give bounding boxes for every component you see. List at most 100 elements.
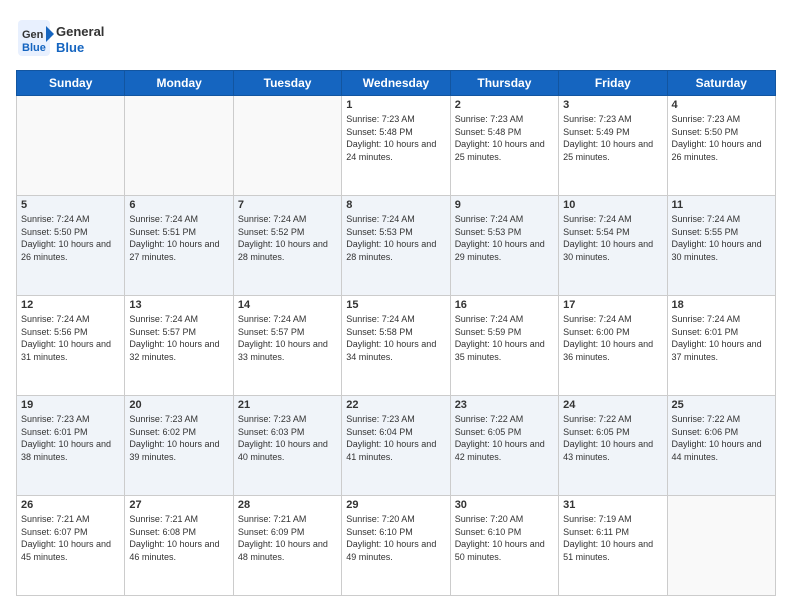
daylight-label: Daylight: 10 hours and 46 minutes.: [129, 539, 219, 562]
daylight-label: Daylight: 10 hours and 49 minutes.: [346, 539, 436, 562]
sunrise-label: Sunrise: 7:24 AM: [238, 314, 307, 324]
day-info: Sunrise: 7:19 AM Sunset: 6:11 PM Dayligh…: [563, 513, 662, 563]
sunrise-label: Sunrise: 7:22 AM: [455, 414, 524, 424]
day-info: Sunrise: 7:20 AM Sunset: 6:10 PM Dayligh…: [455, 513, 554, 563]
calendar-cell: 21 Sunrise: 7:23 AM Sunset: 6:03 PM Dayl…: [233, 396, 341, 496]
day-number: 21: [238, 399, 337, 411]
daylight-label: Daylight: 10 hours and 27 minutes.: [129, 239, 219, 262]
sunset-label: Sunset: 6:08 PM: [129, 527, 196, 537]
day-number: 19: [21, 399, 120, 411]
daylight-label: Daylight: 10 hours and 24 minutes.: [346, 139, 436, 162]
day-number: 22: [346, 399, 445, 411]
day-info: Sunrise: 7:24 AM Sunset: 5:50 PM Dayligh…: [21, 213, 120, 263]
calendar-cell: 28 Sunrise: 7:21 AM Sunset: 6:09 PM Dayl…: [233, 496, 341, 596]
sunset-label: Sunset: 5:50 PM: [21, 227, 88, 237]
calendar-cell: [667, 496, 775, 596]
day-info: Sunrise: 7:24 AM Sunset: 5:57 PM Dayligh…: [238, 313, 337, 363]
svg-text:Blue: Blue: [56, 40, 84, 55]
day-info: Sunrise: 7:22 AM Sunset: 6:05 PM Dayligh…: [455, 413, 554, 463]
sunrise-label: Sunrise: 7:24 AM: [238, 214, 307, 224]
daylight-label: Daylight: 10 hours and 43 minutes.: [563, 439, 653, 462]
sunset-label: Sunset: 5:57 PM: [129, 327, 196, 337]
sunset-label: Sunset: 5:53 PM: [346, 227, 413, 237]
day-number: 6: [129, 199, 228, 211]
daylight-label: Daylight: 10 hours and 35 minutes.: [455, 339, 545, 362]
calendar-cell: 15 Sunrise: 7:24 AM Sunset: 5:58 PM Dayl…: [342, 296, 450, 396]
sunrise-label: Sunrise: 7:23 AM: [238, 414, 307, 424]
day-number: 28: [238, 499, 337, 511]
col-tuesday: Tuesday: [233, 71, 341, 96]
week-row-5: 26 Sunrise: 7:21 AM Sunset: 6:07 PM Dayl…: [17, 496, 776, 596]
sunrise-label: Sunrise: 7:24 AM: [346, 214, 415, 224]
sunset-label: Sunset: 6:06 PM: [672, 427, 739, 437]
sunset-label: Sunset: 6:02 PM: [129, 427, 196, 437]
day-number: 11: [672, 199, 771, 211]
sunrise-label: Sunrise: 7:23 AM: [672, 114, 741, 124]
day-info: Sunrise: 7:20 AM Sunset: 6:10 PM Dayligh…: [346, 513, 445, 563]
day-number: 13: [129, 299, 228, 311]
sunset-label: Sunset: 5:48 PM: [455, 127, 522, 137]
daylight-label: Daylight: 10 hours and 32 minutes.: [129, 339, 219, 362]
sunrise-label: Sunrise: 7:23 AM: [455, 114, 524, 124]
daylight-label: Daylight: 10 hours and 26 minutes.: [672, 139, 762, 162]
day-number: 7: [238, 199, 337, 211]
day-info: Sunrise: 7:23 AM Sunset: 6:02 PM Dayligh…: [129, 413, 228, 463]
sunrise-label: Sunrise: 7:22 AM: [672, 414, 741, 424]
day-number: 30: [455, 499, 554, 511]
week-row-3: 12 Sunrise: 7:24 AM Sunset: 5:56 PM Dayl…: [17, 296, 776, 396]
sunset-label: Sunset: 6:04 PM: [346, 427, 413, 437]
sunset-label: Sunset: 5:48 PM: [346, 127, 413, 137]
sunset-label: Sunset: 5:54 PM: [563, 227, 630, 237]
calendar-cell: 20 Sunrise: 7:23 AM Sunset: 6:02 PM Dayl…: [125, 396, 233, 496]
sunset-label: Sunset: 6:11 PM: [563, 527, 629, 537]
day-info: Sunrise: 7:21 AM Sunset: 6:09 PM Dayligh…: [238, 513, 337, 563]
day-number: 27: [129, 499, 228, 511]
sunrise-label: Sunrise: 7:24 AM: [129, 314, 198, 324]
col-friday: Friday: [559, 71, 667, 96]
calendar-cell: 9 Sunrise: 7:24 AM Sunset: 5:53 PM Dayli…: [450, 196, 558, 296]
sunset-label: Sunset: 6:09 PM: [238, 527, 305, 537]
sunset-label: Sunset: 5:58 PM: [346, 327, 413, 337]
week-row-2: 5 Sunrise: 7:24 AM Sunset: 5:50 PM Dayli…: [17, 196, 776, 296]
week-row-1: 1 Sunrise: 7:23 AM Sunset: 5:48 PM Dayli…: [17, 96, 776, 196]
sunrise-label: Sunrise: 7:24 AM: [672, 314, 741, 324]
daylight-label: Daylight: 10 hours and 36 minutes.: [563, 339, 653, 362]
day-info: Sunrise: 7:24 AM Sunset: 5:56 PM Dayligh…: [21, 313, 120, 363]
day-number: 4: [672, 99, 771, 111]
sunrise-label: Sunrise: 7:24 AM: [21, 314, 90, 324]
daylight-label: Daylight: 10 hours and 41 minutes.: [346, 439, 436, 462]
sunset-label: Sunset: 5:52 PM: [238, 227, 305, 237]
sunrise-label: Sunrise: 7:21 AM: [129, 514, 198, 524]
day-info: Sunrise: 7:23 AM Sunset: 5:48 PM Dayligh…: [455, 113, 554, 163]
col-wednesday: Wednesday: [342, 71, 450, 96]
day-info: Sunrise: 7:24 AM Sunset: 5:57 PM Dayligh…: [129, 313, 228, 363]
calendar-cell: 6 Sunrise: 7:24 AM Sunset: 5:51 PM Dayli…: [125, 196, 233, 296]
daylight-label: Daylight: 10 hours and 26 minutes.: [21, 239, 111, 262]
sunset-label: Sunset: 5:59 PM: [455, 327, 522, 337]
col-monday: Monday: [125, 71, 233, 96]
daylight-label: Daylight: 10 hours and 45 minutes.: [21, 539, 111, 562]
day-number: 12: [21, 299, 120, 311]
sunrise-label: Sunrise: 7:23 AM: [21, 414, 90, 424]
sunset-label: Sunset: 5:55 PM: [672, 227, 739, 237]
day-info: Sunrise: 7:24 AM Sunset: 5:52 PM Dayligh…: [238, 213, 337, 263]
day-info: Sunrise: 7:24 AM Sunset: 5:51 PM Dayligh…: [129, 213, 228, 263]
day-info: Sunrise: 7:22 AM Sunset: 6:06 PM Dayligh…: [672, 413, 771, 463]
sunset-label: Sunset: 5:51 PM: [129, 227, 196, 237]
day-number: 23: [455, 399, 554, 411]
day-number: 2: [455, 99, 554, 111]
sunrise-label: Sunrise: 7:23 AM: [563, 114, 632, 124]
daylight-label: Daylight: 10 hours and 39 minutes.: [129, 439, 219, 462]
day-info: Sunrise: 7:23 AM Sunset: 6:04 PM Dayligh…: [346, 413, 445, 463]
svg-text:General: General: [56, 24, 104, 39]
day-info: Sunrise: 7:24 AM Sunset: 6:00 PM Dayligh…: [563, 313, 662, 363]
sunrise-label: Sunrise: 7:23 AM: [129, 414, 198, 424]
day-number: 20: [129, 399, 228, 411]
daylight-label: Daylight: 10 hours and 37 minutes.: [672, 339, 762, 362]
sunset-label: Sunset: 5:56 PM: [21, 327, 88, 337]
day-info: Sunrise: 7:24 AM Sunset: 6:01 PM Dayligh…: [672, 313, 771, 363]
calendar-cell: 27 Sunrise: 7:21 AM Sunset: 6:08 PM Dayl…: [125, 496, 233, 596]
page: General Blue Gen Blue Sunday Monday Tues…: [0, 0, 792, 612]
calendar-cell: 12 Sunrise: 7:24 AM Sunset: 5:56 PM Dayl…: [17, 296, 125, 396]
day-number: 8: [346, 199, 445, 211]
